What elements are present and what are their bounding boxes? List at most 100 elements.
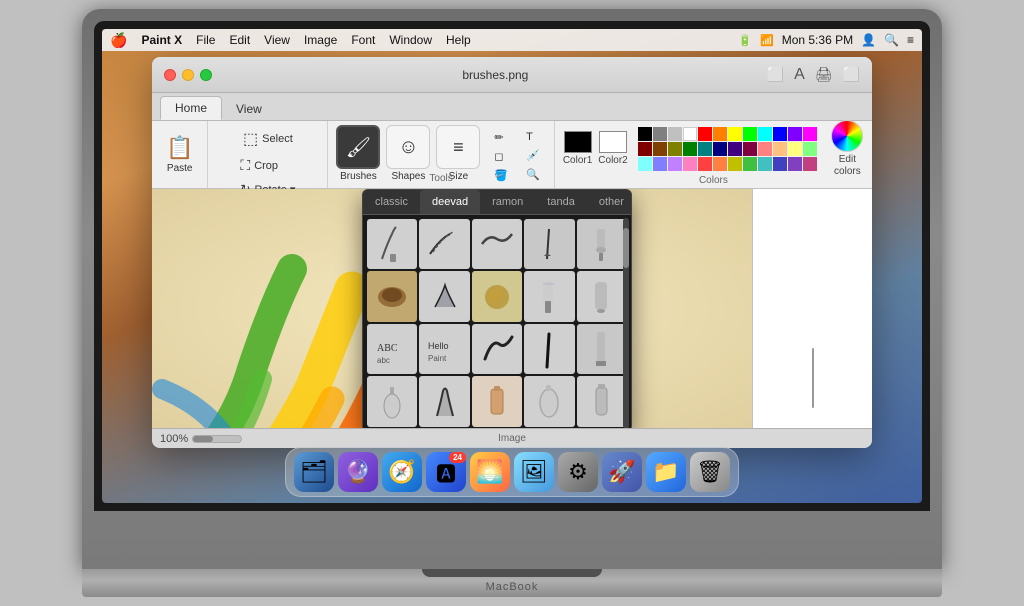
color-cell[interactable] <box>713 157 727 171</box>
window-menu[interactable]: Window <box>389 33 432 47</box>
color-cell[interactable] <box>683 127 697 141</box>
zoom-button[interactable]: 🔍 <box>520 166 546 183</box>
file-menu[interactable]: File <box>196 33 215 47</box>
color-cell[interactable] <box>773 127 787 141</box>
brush-cell-16[interactable] <box>419 376 469 426</box>
color-cell[interactable] <box>698 127 712 141</box>
close-button[interactable] <box>164 69 176 81</box>
dock-icon-finder[interactable]: 🗂 <box>294 452 334 492</box>
brush-cell-19[interactable] <box>577 376 627 426</box>
color-cell[interactable] <box>803 157 817 171</box>
color-cell[interactable] <box>743 142 757 156</box>
color-cell[interactable] <box>653 142 667 156</box>
brush-cell-2[interactable] <box>472 219 522 269</box>
color-cell[interactable] <box>668 142 682 156</box>
zoom-slider[interactable] <box>192 435 242 443</box>
brushes-scrollbar[interactable] <box>623 218 629 428</box>
brush-tab-other[interactable]: other <box>587 190 632 214</box>
brush-cell-8[interactable] <box>524 271 574 321</box>
color1-box[interactable] <box>564 131 592 153</box>
color-cell[interactable] <box>803 142 817 156</box>
dock-icon-trash[interactable]: 🗑 <box>690 452 730 492</box>
brush-cell-5[interactable] <box>367 271 417 321</box>
color-cell[interactable] <box>788 142 802 156</box>
color-cell[interactable] <box>728 142 742 156</box>
dock-icon-folder[interactable]: 📁 <box>646 452 686 492</box>
size-button[interactable]: ≡ <box>436 125 480 169</box>
color-cell[interactable] <box>698 142 712 156</box>
brush-cell-0[interactable] <box>367 219 417 269</box>
menubar-user[interactable]: 👤 <box>861 33 876 47</box>
color-cell[interactable] <box>653 127 667 141</box>
color-cell[interactable] <box>668 157 682 171</box>
brush-tab-deevad[interactable]: deevad <box>420 190 480 214</box>
color-cell[interactable] <box>683 157 697 171</box>
maximize-button[interactable] <box>200 69 212 81</box>
color2-box[interactable] <box>599 131 627 153</box>
color-cell[interactable] <box>788 127 802 141</box>
fill-button[interactable]: 🪣 <box>488 167 514 184</box>
edit-menu[interactable]: Edit <box>229 33 250 47</box>
dock-icon-paintx[interactable]: 🖼 <box>514 452 554 492</box>
color-cell[interactable] <box>728 127 742 141</box>
brush-tab-tanda[interactable]: tanda <box>535 190 587 214</box>
paste-button[interactable]: 📋 Paste <box>160 131 199 178</box>
brush-cell-11[interactable]: HelloPaint <box>419 324 469 374</box>
menubar-control[interactable]: ≡ <box>907 33 914 47</box>
text-button[interactable]: T <box>520 129 546 145</box>
color-cell[interactable] <box>713 142 727 156</box>
menubar-search[interactable]: 🔍 <box>884 33 899 47</box>
dock-icon-launchpad[interactable]: 🚀 <box>602 452 642 492</box>
brush-tab-classic[interactable]: classic <box>363 190 420 214</box>
tab-home[interactable]: Home <box>160 96 222 120</box>
brush-cell-4[interactable] <box>577 219 627 269</box>
select-button[interactable]: ⬚ Select <box>234 127 301 151</box>
crop-button[interactable]: ⛶ Crop <box>234 155 301 176</box>
brush-cell-14[interactable] <box>577 324 627 374</box>
window-icon-1[interactable]: ⬜ <box>767 66 784 84</box>
window-icon-3[interactable]: 🖨 <box>815 66 833 84</box>
dock-icon-appstore[interactable]: 🅰 24 <box>426 452 466 492</box>
apple-menu[interactable]: 🍎 <box>110 32 127 49</box>
color-cell[interactable] <box>638 142 652 156</box>
shapes-button[interactable]: ☺ <box>386 125 430 169</box>
eyedrop-button[interactable]: 💉 <box>520 147 546 164</box>
brush-cell-13[interactable] <box>524 324 574 374</box>
color-cell[interactable] <box>758 142 772 156</box>
color-cell[interactable] <box>638 157 652 171</box>
color-cell[interactable] <box>638 127 652 141</box>
brush-tab-ramon[interactable]: ramon <box>480 190 535 214</box>
color-cell[interactable] <box>728 157 742 171</box>
brush-cell-9[interactable] <box>577 271 627 321</box>
app-name-menu[interactable]: Paint X <box>141 33 182 47</box>
dock-icon-settings[interactable]: ⚙ <box>558 452 598 492</box>
brush-cell-12[interactable] <box>472 324 522 374</box>
color-cell[interactable] <box>758 157 772 171</box>
tab-view[interactable]: View <box>222 98 276 120</box>
brush-cell-17[interactable] <box>472 376 522 426</box>
brushes-button[interactable]: 🖌 <box>336 125 380 169</box>
eraser-button[interactable]: ◻ <box>488 148 514 165</box>
color-cell[interactable] <box>743 127 757 141</box>
brush-cell-15[interactable] <box>367 376 417 426</box>
help-menu[interactable]: Help <box>446 33 471 47</box>
brush-cell-6[interactable] <box>419 271 469 321</box>
color-cell[interactable] <box>713 127 727 141</box>
brush-cell-7[interactable] <box>472 271 522 321</box>
color-cell[interactable] <box>683 142 697 156</box>
dock-icon-photos[interactable]: 🌅 <box>470 452 510 492</box>
font-menu[interactable]: Font <box>351 33 375 47</box>
brush-cell-3[interactable] <box>524 219 574 269</box>
pencil-button[interactable]: ✏ <box>488 129 514 146</box>
image-menu[interactable]: Image <box>304 33 337 47</box>
color-cell[interactable] <box>653 157 667 171</box>
scroll-indicator[interactable] <box>812 348 814 408</box>
color-cell[interactable] <box>773 157 787 171</box>
brush-cell-1[interactable] <box>419 219 469 269</box>
color-wheel-button[interactable] <box>831 120 863 152</box>
color-cell[interactable] <box>788 157 802 171</box>
brush-cell-10[interactable]: ABCabc <box>367 324 417 374</box>
window-icon-4[interactable]: ⬜ <box>843 66 860 84</box>
dock-icon-siri[interactable]: 🔮 <box>338 452 378 492</box>
view-menu[interactable]: View <box>264 33 290 47</box>
